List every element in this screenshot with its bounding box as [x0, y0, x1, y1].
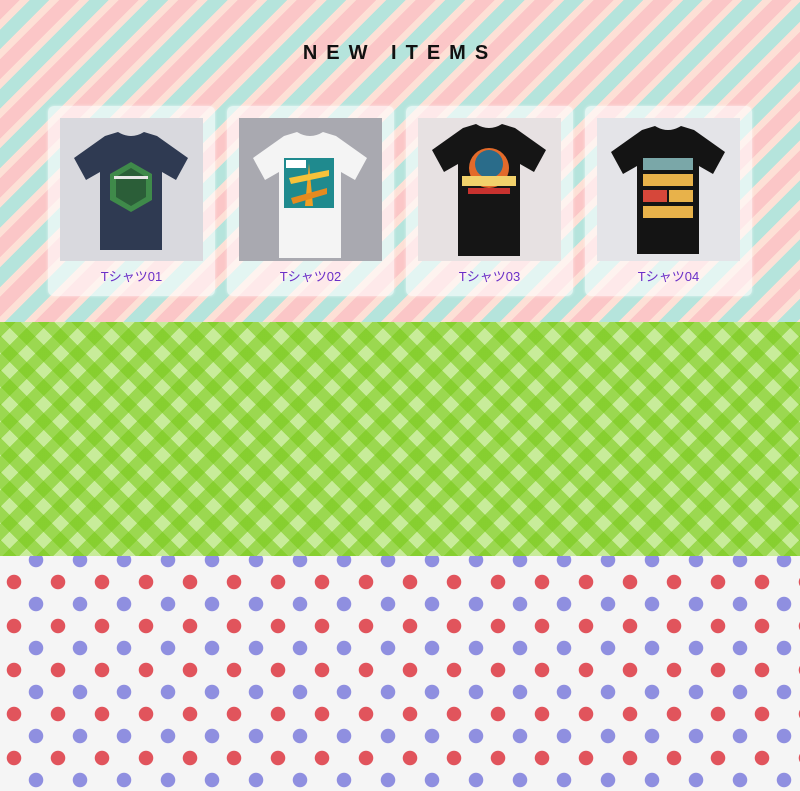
product-card[interactable]: Tシャツ02: [227, 106, 394, 296]
product-card[interactable]: Tシャツ03: [406, 106, 573, 296]
product-image[interactable]: [239, 118, 382, 261]
product-image[interactable]: [597, 118, 740, 261]
product-grid: Tシャツ01 Tシャツ02 Tシャツ03 Tシャツ04: [48, 106, 752, 296]
product-image[interactable]: [418, 118, 561, 261]
gingham-pattern-band: [0, 322, 800, 556]
product-image[interactable]: [60, 118, 203, 261]
polka-dot-pattern-band: [0, 556, 800, 791]
product-card[interactable]: Tシャツ04: [585, 106, 752, 296]
product-name[interactable]: Tシャツ04: [585, 266, 752, 285]
new-items-section: NEW ITEMS Tシャツ01 Tシャツ02 Tシャツ03 Tシャツ04: [0, 0, 800, 322]
product-name[interactable]: Tシャツ03: [406, 266, 573, 285]
product-name[interactable]: Tシャツ02: [227, 266, 394, 285]
section-heading: NEW ITEMS: [302, 42, 498, 64]
product-card[interactable]: Tシャツ01: [48, 106, 215, 296]
product-name[interactable]: Tシャツ01: [48, 266, 215, 285]
